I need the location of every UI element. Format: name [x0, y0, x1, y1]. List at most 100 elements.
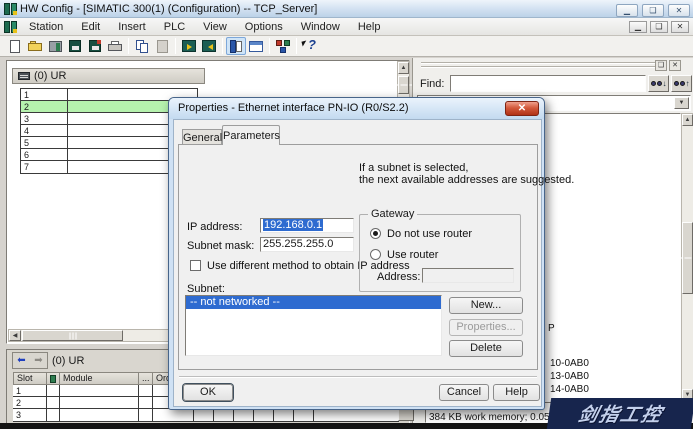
new-station-icon[interactable]: [45, 37, 65, 55]
nav-forward-icon[interactable]: ➡: [30, 353, 47, 368]
menu-help[interactable]: Help: [349, 18, 390, 36]
use-router-radio[interactable]: [370, 249, 381, 260]
tree-item-partial[interactable]: P: [548, 323, 555, 334]
rack-nav: ⬅ ➡: [12, 352, 48, 369]
window-controls: ▁ ❑ ✕: [612, 4, 690, 17]
window-title: HW Config - [SIMATIC 300(1) (Configurati…: [20, 3, 317, 15]
scroll-left-icon[interactable]: ◀: [9, 330, 21, 341]
dialog-close-icon[interactable]: ✕: [505, 101, 539, 116]
column-header-module-icon[interactable]: [46, 372, 60, 385]
nav-back-icon[interactable]: ⬅: [13, 353, 30, 368]
dialog-titlebar[interactable]: Properties - Ethernet interface PN-IO (R…: [169, 98, 544, 119]
catalog-toggle-icon[interactable]: [226, 37, 246, 55]
copy-icon[interactable]: [132, 37, 152, 55]
table-row[interactable]: 3: [13, 409, 399, 422]
menu-insert[interactable]: Insert: [109, 18, 155, 36]
watermark-logo: 剑指工控: [547, 398, 693, 429]
properties-dialog: Properties - Ethernet interface PN-IO (R…: [168, 97, 545, 410]
rack-header[interactable]: (0) UR: [12, 68, 205, 84]
gateway-address-label: Address:: [377, 271, 420, 283]
menubar: Station Edit Insert PLC View Options Win…: [0, 18, 693, 36]
save-icon[interactable]: [65, 37, 85, 55]
menu-station[interactable]: Station: [20, 18, 72, 36]
chevron-down-icon[interactable]: ▼: [674, 97, 689, 109]
scrollbar-thumb[interactable]: [22, 330, 123, 341]
scrollbar-thumb[interactable]: [398, 76, 409, 94]
properties-button[interactable]: Properties...: [449, 319, 523, 336]
dock-handle[interactable]: [421, 66, 665, 68]
new-button[interactable]: New...: [449, 297, 523, 314]
subnet-hint-line1: If a subnet is selected,: [359, 162, 468, 174]
mdi-window-controls: ▁ ❑ ✕: [626, 21, 689, 33]
tree-item-partial[interactable]: 10-0AB0: [550, 358, 589, 369]
subnet-mask-value: 255.255.255.0: [263, 238, 333, 250]
menu-plc[interactable]: PLC: [155, 18, 194, 36]
save-compile-icon[interactable]: [85, 37, 105, 55]
dialog-body: General Parameters If a subnet is select…: [173, 119, 542, 407]
use-router-label: Use router: [387, 249, 438, 261]
ok-button[interactable]: OK: [183, 384, 233, 401]
scroll-up-icon[interactable]: ▲: [682, 114, 693, 126]
find-next-icon[interactable]: ↓: [648, 75, 669, 92]
rack-icon: [18, 72, 30, 80]
menu-edit[interactable]: Edit: [72, 18, 109, 36]
delete-button[interactable]: Delete: [449, 340, 523, 357]
scroll-up-icon[interactable]: ▲: [398, 62, 409, 74]
tab-parameters[interactable]: Parameters: [222, 125, 280, 145]
gateway-legend: Gateway: [368, 208, 417, 220]
gateway-address-field[interactable]: [422, 268, 514, 283]
close-pane-icon[interactable]: ✕: [669, 60, 681, 71]
tree-item-partial[interactable]: 14-0AB0: [550, 384, 589, 395]
different-method-checkbox[interactable]: [190, 260, 201, 271]
column-header-dots[interactable]: ...: [138, 372, 153, 385]
upload-from-module-icon[interactable]: [199, 37, 219, 55]
mdi-minimize-icon[interactable]: ▁: [629, 21, 647, 33]
find-input[interactable]: [450, 75, 646, 92]
tab-general[interactable]: General: [182, 129, 222, 145]
menu-view[interactable]: View: [194, 18, 236, 36]
download-to-module-icon[interactable]: [179, 37, 199, 55]
watermark-text: 剑指工控: [576, 400, 667, 427]
gateway-groupbox: Gateway Do not use router Use router Add…: [359, 214, 521, 292]
print-icon[interactable]: [105, 37, 125, 55]
scrollbar-thumb[interactable]: [682, 222, 693, 294]
menu-options[interactable]: Options: [236, 18, 292, 36]
no-router-radio[interactable]: [370, 228, 381, 239]
address-overview-icon[interactable]: [246, 37, 266, 55]
find-previous-icon[interactable]: ↑: [671, 75, 692, 92]
subnet-mask-field[interactable]: 255.255.255.0: [260, 237, 354, 252]
mdi-close-icon[interactable]: ✕: [671, 21, 689, 33]
no-router-label: Do not use router: [387, 228, 472, 240]
dialog-separator: [179, 376, 537, 378]
find-label: Find:: [420, 78, 444, 90]
open-icon[interactable]: [25, 37, 45, 55]
column-header-slot[interactable]: Slot: [13, 372, 47, 385]
tree-item-partial[interactable]: 13-0AB0: [550, 371, 589, 382]
catalog-scrollbar[interactable]: ▲ ▼: [681, 113, 693, 402]
module-icon: [50, 375, 56, 383]
help-cursor-icon[interactable]: ?: [300, 37, 320, 55]
mdi-child-icon: [4, 21, 17, 33]
ip-address-field[interactable]: 192.168.0.1: [260, 218, 354, 233]
toolbar: ?: [0, 36, 693, 57]
new-icon[interactable]: [5, 37, 25, 55]
paste-icon[interactable]: [152, 37, 172, 55]
ip-address-value: 192.168.0.1: [263, 219, 323, 231]
minimize-icon[interactable]: ▁: [616, 4, 638, 17]
subnet-mask-label: Subnet mask:: [187, 240, 254, 252]
column-header-module[interactable]: Module: [59, 372, 139, 385]
dialog-title: Properties - Ethernet interface PN-IO (R…: [178, 102, 408, 114]
dock-handle[interactable]: [421, 62, 665, 64]
help-button[interactable]: Help: [493, 384, 540, 401]
hw-config-app-icon: [4, 3, 17, 15]
subnet-list-item-selected[interactable]: -- not networked --: [186, 296, 441, 309]
subnet-listbox[interactable]: -- not networked --: [185, 295, 442, 356]
mdi-restore-icon[interactable]: ❑: [650, 21, 668, 33]
close-icon[interactable]: ✕: [668, 4, 690, 17]
menu-window[interactable]: Window: [292, 18, 349, 36]
cancel-button[interactable]: Cancel: [439, 384, 489, 401]
float-pane-icon[interactable]: ❑: [655, 60, 667, 71]
network-configuration-icon[interactable]: [273, 37, 293, 55]
window-titlebar: HW Config - [SIMATIC 300(1) (Configurati…: [0, 0, 693, 18]
restore-icon[interactable]: ❑: [642, 4, 664, 17]
